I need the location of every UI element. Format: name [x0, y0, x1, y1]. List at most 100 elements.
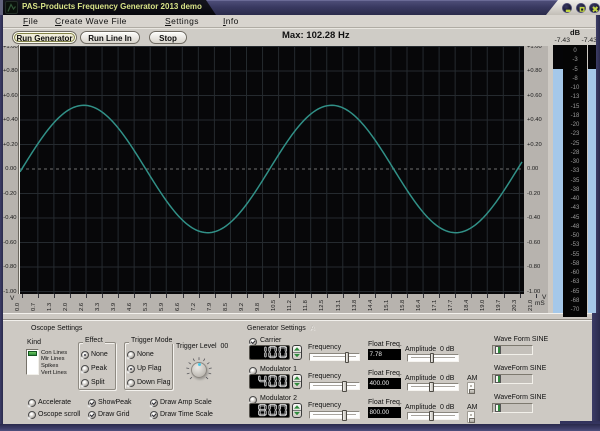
maximize-button[interactable]	[575, 2, 587, 14]
spin-down-arrow[interactable]	[293, 411, 300, 416]
carrier-frequency-label: Frequency	[308, 343, 342, 351]
time-tick	[182, 294, 184, 298]
amp-scale-label: +0.80	[3, 68, 18, 74]
kind-option-1[interactable]: Con Lines	[41, 350, 67, 357]
run-generator-button[interactable]: Run Generator	[12, 30, 77, 44]
trigger-mode-radio-up-flag[interactable]	[125, 365, 135, 375]
app-icon[interactable]	[5, 1, 18, 14]
title-bar[interactable]: PAS-Products Frequency Generator 2013 de…	[0, 0, 600, 15]
window-border-bottom	[0, 424, 600, 431]
amp-scale-label: +0.60	[3, 92, 18, 99]
trigger-level-label: Trigger Level 00	[176, 342, 229, 350]
trigger-mode-radio-down-flag[interactable]	[125, 379, 135, 389]
menu-item-settings[interactable]: Settings	[165, 16, 199, 26]
minimize-button[interactable]	[561, 2, 573, 14]
time-tick	[262, 294, 264, 298]
modulator-1-waveform-selector[interactable]	[491, 374, 533, 384]
checkbox-oscope-scroll[interactable]	[26, 411, 36, 421]
checkbox-label: ShowPeak	[98, 398, 132, 406]
checkbox-draw-amp-scale[interactable]	[148, 399, 158, 409]
modulator-1-am-label: AM	[467, 374, 478, 382]
spin-up-arrow[interactable]	[293, 405, 300, 409]
checkbox-draw-time-scale[interactable]	[148, 411, 158, 421]
effect-option-label: Peak	[91, 364, 107, 372]
meter-scale-label: -25	[570, 140, 580, 147]
checkbox-accelerate[interactable]	[26, 399, 36, 409]
carrier-waveform-selector[interactable]	[491, 345, 533, 355]
modulator-1-frequency-slider[interactable]	[309, 381, 360, 392]
kind-option-2[interactable]: Mir Lines	[41, 356, 65, 363]
close-button[interactable]	[589, 2, 600, 14]
modulator-1-frequency-slider-thumb[interactable]	[342, 381, 347, 392]
carrier-led-display	[249, 345, 290, 360]
kind-selector[interactable]	[26, 349, 39, 375]
spinner-divider	[292, 410, 301, 412]
kind-option-3[interactable]: Spikes	[41, 363, 58, 370]
time-tick	[359, 294, 361, 298]
modulator-2-waveform-selector[interactable]	[491, 403, 533, 413]
amp-scale-label: +0.40	[527, 117, 542, 123]
max-frequency-readout: Max: 102.28 Hz	[282, 29, 350, 41]
modulator-1-am-button[interactable]	[466, 382, 476, 394]
kind-option-4[interactable]: Vert Lines	[41, 370, 67, 377]
carrier-frequency-slider-thumb[interactable]	[344, 352, 350, 363]
spin-down-arrow[interactable]	[293, 382, 300, 387]
time-scale: 0.0 0.7 1.3 2.0 2.6 3.3 3.9 4.6 5.3 5.9 6.6 7.2 7.9 8…	[3, 294, 548, 313]
modulator-1-spinner[interactable]	[291, 374, 302, 389]
modulator-2-am-button[interactable]	[466, 411, 476, 423]
spin-up-arrow[interactable]	[293, 347, 300, 351]
menu-item-file[interactable]: File	[23, 16, 38, 26]
carrier-waveform-thumb	[495, 346, 501, 354]
am-fader-icon	[468, 414, 476, 422]
effect-radio-split[interactable]	[79, 379, 89, 389]
oscilloscope-display[interactable]	[20, 46, 524, 294]
modulator-2-frequency-slider-thumb[interactable]	[342, 410, 347, 421]
amp-scale-label: 0.00	[527, 166, 539, 172]
spin-down-arrow[interactable]	[293, 353, 300, 358]
time-tick	[519, 294, 521, 298]
checkbox-draw-grid[interactable]	[86, 411, 96, 421]
meter-scale-label: -45	[570, 214, 580, 221]
amp-scale-label: +0.20	[3, 141, 18, 148]
modulator-2-amplitude-slider[interactable]	[406, 410, 459, 422]
stop-button[interactable]: Stop	[149, 30, 187, 44]
modulator-2-spinner[interactable]	[291, 403, 302, 418]
meter-bar-left-unlit	[553, 45, 563, 70]
effect-radio-none[interactable]	[79, 351, 89, 361]
amp-scale-label: -0.80	[527, 264, 541, 270]
meter-scale-label: -18	[570, 112, 580, 119]
effect-option-label: Split	[91, 378, 105, 386]
menu-item-create-wave-file[interactable]: Create Wave File	[55, 16, 127, 26]
meter-scale-label: -8	[572, 75, 578, 82]
modulator-1-amplitude-slider[interactable]	[406, 381, 459, 393]
modulator-1-amplitude-slider-thumb[interactable]	[429, 381, 434, 393]
time-tick	[343, 294, 344, 298]
carrier-amplitude-slider[interactable]	[406, 352, 459, 364]
carrier-frequency-slider[interactable]	[309, 352, 360, 363]
amp-scale-label: -0.80	[3, 264, 17, 270]
am-fader-icon	[468, 385, 476, 393]
meter-scale-label: -48	[570, 223, 580, 230]
effect-title: Effect	[83, 337, 105, 344]
time-tick	[423, 294, 425, 298]
meter-scale-label: -40	[570, 196, 580, 202]
time-tick	[439, 294, 441, 298]
kind-label: Kind	[27, 339, 42, 346]
effect-radio-peak[interactable]	[79, 365, 89, 375]
window-border-left	[0, 15, 3, 424]
run-line-in-button[interactable]: Run Line In	[80, 30, 140, 44]
carrier-amplitude-slider-thumb[interactable]	[429, 352, 435, 364]
checkbox-showpeak[interactable]	[86, 399, 96, 409]
amp-scale-label: -0.20	[3, 190, 17, 197]
time-tick	[455, 294, 457, 298]
settings-panel: Oscope Settings Kind Con Lines Mir Lines Spi…	[3, 313, 595, 424]
modulator-2-frequency-slider[interactable]	[309, 410, 360, 421]
modulator-2-amplitude-slider-thumb[interactable]	[429, 410, 434, 422]
trigger-mode-radio-none[interactable]	[125, 351, 135, 361]
waveform-thumb-stripe	[497, 405, 500, 411]
spin-up-arrow[interactable]	[293, 376, 300, 380]
menu-item-info[interactable]: Info	[223, 16, 239, 26]
time-tick	[166, 294, 168, 298]
carrier-spinner[interactable]	[291, 345, 302, 360]
modulator-1-frequency-label: Frequency	[308, 372, 342, 380]
